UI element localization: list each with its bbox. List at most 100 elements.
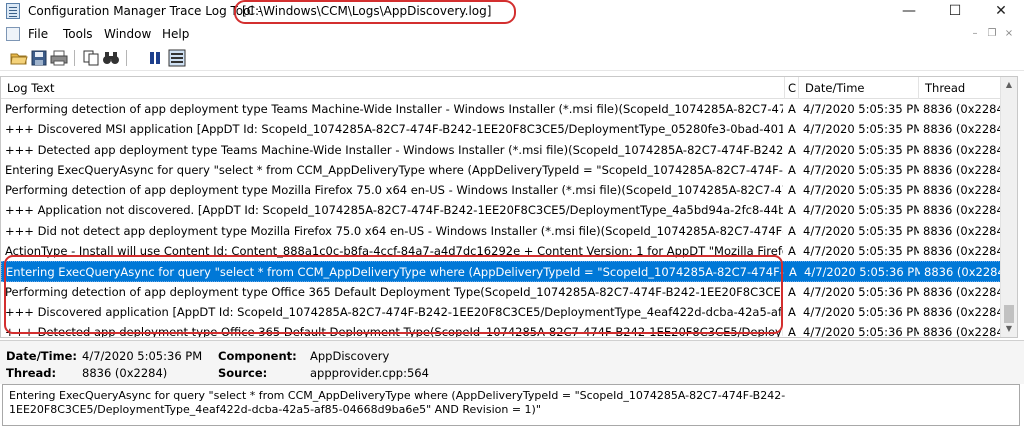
details-pane-icon[interactable]: [168, 49, 186, 67]
toolbar-separator: [74, 50, 75, 66]
copy-icon[interactable]: [82, 49, 100, 67]
component-value: AppDiscovery: [310, 349, 390, 363]
menu-bar: File Tools Window Help – ❐ ×: [0, 24, 1024, 44]
thread-cell: 8836 (0x2284): [923, 122, 1001, 137]
log-row[interactable]: Performing detection of app deployment t…: [1, 99, 1001, 119]
app-log-icon: [6, 3, 20, 19]
message-textbox[interactable]: Entering ExecQueryAsync for query "selec…: [2, 384, 1020, 426]
component-cell: A: [789, 265, 797, 280]
datetime-cell: 4/7/2020 5:05:35 PM: [803, 102, 919, 116]
log-rows: Performing detection of app deployment t…: [1, 99, 1002, 338]
print-icon[interactable]: [50, 49, 68, 67]
log-row[interactable]: Entering ExecQueryAsync for query "selec…: [1, 160, 1001, 180]
window-title: Configuration Manager Trace Log Tool -: [28, 4, 262, 18]
thread-cell: 8836 (0x2284): [923, 284, 1001, 299]
component-cell: A: [788, 223, 796, 238]
mdi-close-button[interactable]: ×: [1002, 27, 1016, 41]
log-text-cell: +++ Did not detect app deployment type M…: [5, 223, 783, 238]
thread-cell: 8836 (0x2284): [923, 223, 1001, 238]
column-header-component[interactable]: C: [785, 77, 799, 99]
datetime-value: 4/7/2020 5:05:36 PM: [82, 349, 203, 363]
component-label: Component:: [218, 349, 297, 363]
thread-cell: 8836 (0x2284): [924, 265, 1002, 280]
close-button[interactable]: ✕: [978, 0, 1024, 22]
datetime-cell: 4/7/2020 5:05:35 PM: [803, 223, 919, 238]
menu-file[interactable]: File: [28, 27, 48, 41]
log-text-cell: +++ Application not discovered. [AppDT I…: [5, 203, 783, 218]
column-header-datetime[interactable]: Date/Time: [799, 77, 919, 99]
component-cell: A: [788, 304, 796, 319]
menu-help[interactable]: Help: [162, 27, 189, 41]
datetime-cell: 4/7/2020 5:05:35 PM: [803, 122, 919, 137]
thread-cell: 8836 (0x2284): [923, 162, 1001, 177]
title-bar: Configuration Manager Trace Log Tool - […: [0, 0, 1024, 24]
column-header-bar: Log Text C Date/Time Thread: [1, 77, 1001, 99]
mdi-restore-button[interactable]: ❐: [985, 27, 999, 41]
log-text-cell: ActionType - Install will use Content Id…: [5, 244, 783, 259]
log-text-cell: Performing detection of app deployment t…: [5, 284, 783, 299]
pause-icon[interactable]: [146, 49, 164, 67]
open-folder-icon[interactable]: [10, 49, 28, 67]
log-row[interactable]: Performing detection of app deployment t…: [1, 180, 1001, 200]
log-text-cell: +++ Detected app deployment type Office …: [5, 325, 783, 338]
component-cell: A: [788, 162, 796, 177]
thread-cell: 8836 (0x2284): [923, 142, 1001, 157]
toolbar: [0, 45, 1024, 71]
component-cell: A: [788, 203, 796, 218]
datetime-cell: 4/7/2020 5:05:36 PM: [803, 325, 919, 338]
save-icon[interactable]: [30, 49, 48, 67]
log-text-cell: +++ Detected app deployment type Teams M…: [5, 142, 783, 157]
datetime-cell: 4/7/2020 5:05:35 PM: [803, 183, 919, 198]
log-row[interactable]: ActionType - Install will use Content Id…: [1, 241, 1001, 261]
thread-cell: 8836 (0x2284): [923, 203, 1001, 218]
datetime-cell: 4/7/2020 5:05:36 PM: [803, 284, 919, 299]
thread-cell: 8836 (0x2284): [923, 102, 1001, 116]
datetime-cell: 4/7/2020 5:05:35 PM: [803, 142, 919, 157]
thread-cell: 8836 (0x2284): [923, 183, 1001, 198]
thread-cell: 8836 (0x2284): [923, 244, 1001, 259]
log-row[interactable]: Entering ExecQueryAsync for query "selec…: [1, 261, 1002, 282]
details-pane: Date/Time: 4/7/2020 5:05:36 PM Component…: [0, 340, 1024, 384]
log-row[interactable]: Performing detection of app deployment t…: [1, 282, 1001, 302]
log-text-cell: Performing detection of app deployment t…: [5, 102, 783, 116]
datetime-cell: 4/7/2020 5:05:36 PM: [804, 265, 920, 280]
menu-window[interactable]: Window: [104, 27, 151, 41]
minimize-button[interactable]: —: [886, 0, 932, 22]
maximize-button[interactable]: ☐: [932, 0, 978, 22]
thread-value: 8836 (0x2284): [82, 366, 168, 380]
log-row[interactable]: +++ Application not discovered. [AppDT I…: [1, 200, 1001, 220]
column-header-log-text[interactable]: Log Text: [1, 77, 785, 99]
find-binoculars-icon[interactable]: [102, 49, 120, 67]
mdi-minimize-button[interactable]: –: [968, 27, 982, 41]
component-cell: A: [788, 325, 796, 338]
toolbar-separator: [126, 50, 127, 66]
component-cell: A: [788, 142, 796, 157]
thread-cell: 8836 (0x2284): [923, 304, 1001, 319]
log-row[interactable]: +++ Detected app deployment type Office …: [1, 322, 1001, 338]
datetime-cell: 4/7/2020 5:05:35 PM: [803, 162, 919, 177]
source-value: appprovider.cpp:564: [310, 366, 429, 380]
component-cell: A: [788, 122, 796, 137]
log-row[interactable]: +++ Discovered application [AppDT Id: Sc…: [1, 302, 1001, 322]
datetime-cell: 4/7/2020 5:05:35 PM: [803, 203, 919, 218]
window-title-path: [C:\Windows\CCM\Logs\AppDiscovery.log]: [234, 0, 516, 24]
scroll-down-arrow-icon[interactable]: ▼: [1001, 321, 1017, 337]
log-text-cell: +++ Discovered MSI application [AppDT Id…: [5, 122, 783, 137]
log-row[interactable]: +++ Did not detect app deployment type M…: [1, 221, 1001, 241]
log-list[interactable]: Log Text C Date/Time Thread Performing d…: [0, 76, 1018, 338]
document-icon[interactable]: [6, 27, 20, 41]
log-row[interactable]: +++ Discovered MSI application [AppDT Id…: [1, 119, 1001, 139]
log-text-cell: +++ Discovered application [AppDT Id: Sc…: [5, 304, 783, 319]
vertical-scrollbar[interactable]: ▲ ▼: [1000, 77, 1017, 337]
log-text-cell: Entering ExecQueryAsync for query "selec…: [6, 265, 784, 280]
menu-tools[interactable]: Tools: [63, 27, 93, 41]
log-row[interactable]: +++ Detected app deployment type Teams M…: [1, 140, 1001, 160]
thread-cell: 8836 (0x2284): [923, 325, 1001, 338]
log-text-cell: Entering ExecQueryAsync for query "selec…: [5, 162, 783, 177]
column-header-thread[interactable]: Thread: [919, 77, 1001, 99]
component-cell: A: [788, 284, 796, 299]
component-cell: A: [788, 102, 796, 116]
component-cell: A: [788, 244, 796, 259]
scroll-up-arrow-icon[interactable]: ▲: [1001, 77, 1017, 93]
component-cell: A: [788, 183, 796, 198]
